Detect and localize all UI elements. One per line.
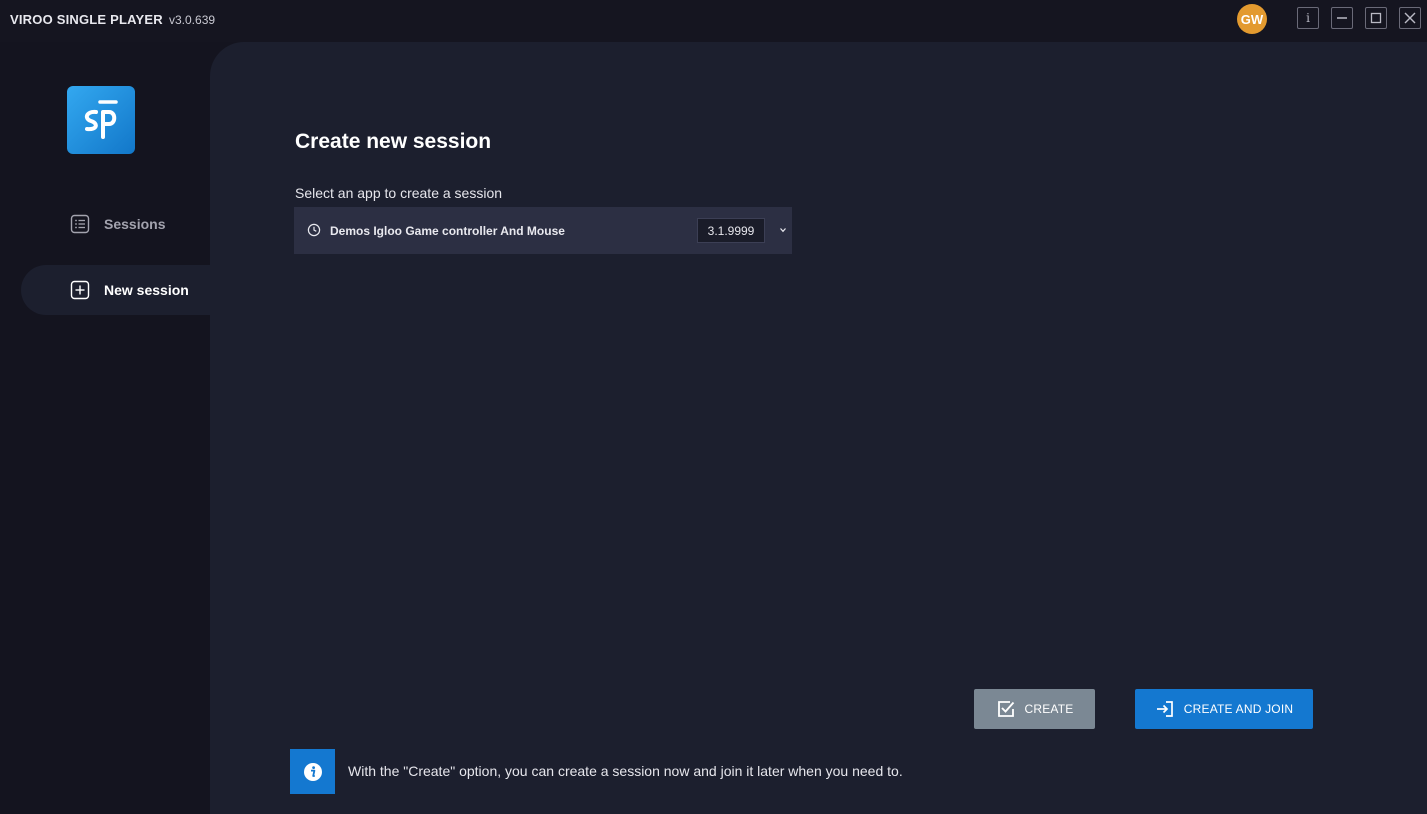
sidebar-item-sessions[interactable]: Sessions: [21, 199, 210, 249]
info-icon: i: [1306, 11, 1310, 25]
plus-square-icon: [70, 280, 90, 300]
maximize-button[interactable]: [1365, 7, 1387, 29]
create-button-label: CREATE: [1024, 702, 1074, 716]
chevron-down-icon[interactable]: [779, 226, 787, 234]
page-title: Create new session: [295, 130, 492, 153]
selected-app-name: Demos Igloo Game controller And Mouse: [330, 224, 565, 238]
avatar-initials: GW: [1240, 11, 1264, 27]
sidebar: Sessions New session: [0, 42, 210, 814]
create-and-join-button[interactable]: CREATE AND JOIN: [1135, 689, 1313, 729]
viroo-sp-logo-icon: [67, 86, 135, 154]
clock-icon: [307, 223, 321, 237]
login-arrow-icon: [1156, 701, 1173, 717]
info-message: With the "Create" option, you can create…: [348, 763, 903, 779]
list-icon: [70, 214, 90, 234]
info-circle-icon: [303, 762, 322, 781]
create-and-join-button-label: CREATE AND JOIN: [1183, 702, 1294, 716]
checkbox-edit-icon: [997, 701, 1014, 717]
app-title: VIROO SINGLE PLAYER: [10, 12, 163, 27]
sidebar-item-label: New session: [104, 282, 189, 298]
minimize-button[interactable]: [1331, 7, 1353, 29]
selected-version: 3.1.9999: [707, 223, 755, 238]
version-select[interactable]: 3.1.9999: [697, 218, 765, 243]
sidebar-item-label: Sessions: [104, 216, 166, 232]
app-version: v3.0.639: [169, 13, 216, 27]
user-avatar[interactable]: GW: [1237, 4, 1267, 34]
close-icon: [1404, 12, 1416, 24]
info-badge: [290, 749, 335, 794]
sidebar-item-new-session[interactable]: New session: [21, 265, 210, 315]
minimize-icon: [1337, 17, 1347, 19]
info-button[interactable]: i: [1297, 7, 1319, 29]
app-select-dropdown[interactable]: Demos Igloo Game controller And Mouse 3.…: [294, 207, 792, 254]
app-select-label: Select an app to create a session: [295, 185, 503, 201]
create-button[interactable]: CREATE: [974, 689, 1095, 729]
title-bar: VIROO SINGLE PLAYER v3.0.639 GW i: [0, 0, 1427, 42]
maximize-icon: [1370, 12, 1382, 24]
main-panel: Create new session Select an app to crea…: [210, 42, 1427, 814]
close-button[interactable]: [1399, 7, 1421, 29]
